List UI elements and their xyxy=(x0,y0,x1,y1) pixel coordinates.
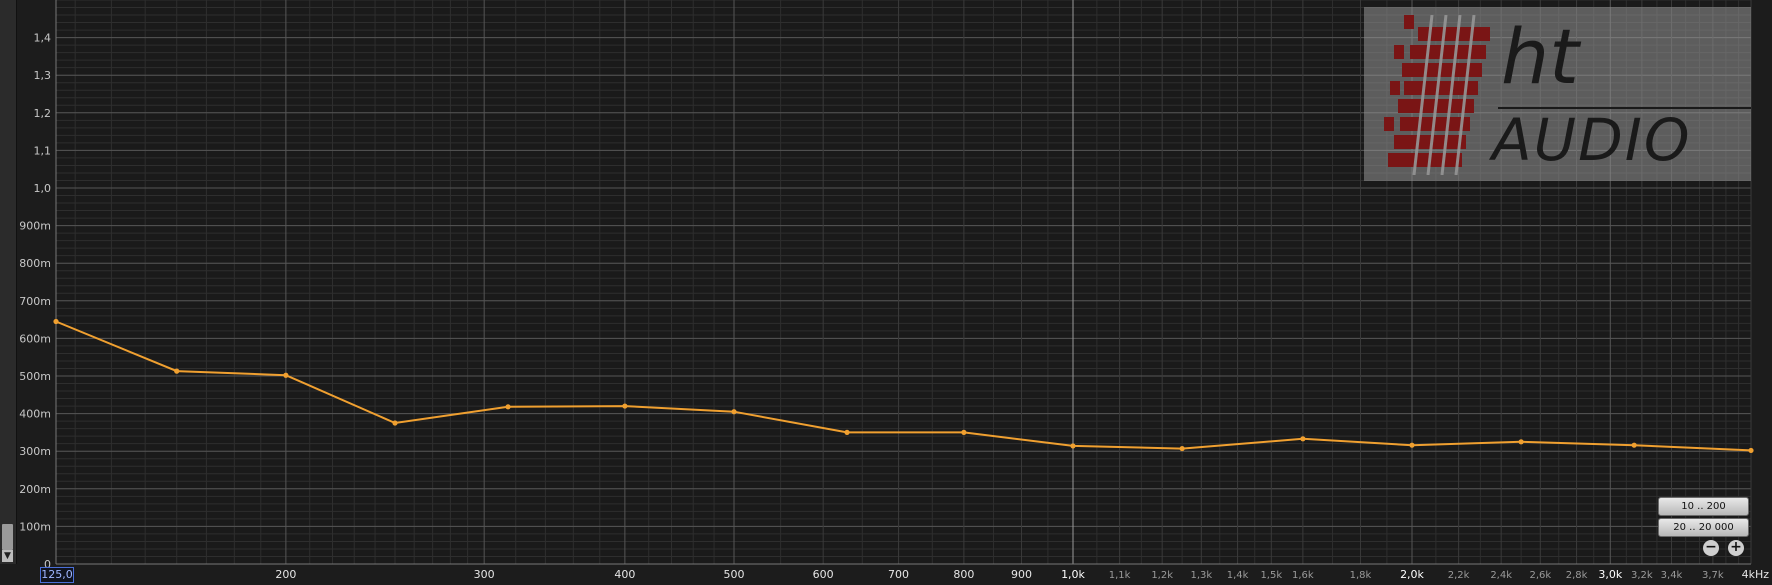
data-point xyxy=(1409,442,1415,448)
x-tick-label: 1,6k xyxy=(1292,570,1314,581)
x-tick-label: 3,0k xyxy=(1598,568,1622,581)
x-tick-label: 1,4k xyxy=(1227,570,1249,581)
y-tick-label: 1,4 xyxy=(34,32,52,45)
x-tick-label: 400 xyxy=(614,568,635,581)
logo-text-audio: AUDIO xyxy=(1492,106,1692,174)
x-tick-label: 1,0k xyxy=(1061,568,1085,581)
y-tick-label: 900m xyxy=(19,220,51,233)
x-tick-label: 2,6k xyxy=(1529,570,1551,581)
y-tick-label: 600m xyxy=(19,332,51,345)
data-point xyxy=(1300,436,1306,442)
x-tick-label: 1,3k xyxy=(1190,570,1212,581)
x-tick-label: 1,8k xyxy=(1350,570,1372,581)
x-axis: 200 300 400 500 600 700 800 900 1,0k 1,1k 1,2k 1,3k… xyxy=(275,568,1769,581)
scrollbar-thumb[interactable] xyxy=(2,524,13,550)
y-tick-label: 1,0 xyxy=(34,182,52,195)
x-tick-label: 2,8k xyxy=(1566,570,1588,581)
data-point xyxy=(1748,447,1754,454)
data-point xyxy=(844,429,850,435)
data-point xyxy=(392,420,398,426)
range-10-200-button[interactable]: 10 .. 200 xyxy=(1658,497,1749,516)
data-point xyxy=(53,318,59,325)
data-point xyxy=(1631,442,1637,448)
range-20-20000-button[interactable]: 20 .. 20 000 xyxy=(1658,518,1749,537)
x-tick-label: 2,2k xyxy=(1448,570,1470,581)
x-tick-label: 900 xyxy=(1011,568,1032,581)
x-tick-label: 4kHz xyxy=(1742,568,1770,581)
x-tick-label: 200 xyxy=(275,568,296,581)
x-tick-label: 3,4k xyxy=(1661,570,1683,581)
x-tick-label: 1,5k xyxy=(1260,570,1282,581)
y-tick-label: 800m xyxy=(19,257,51,270)
data-point xyxy=(1070,443,1076,449)
logo-mark-icon xyxy=(1384,15,1490,175)
y-tick-label: 1,1 xyxy=(34,144,52,157)
data-point xyxy=(505,404,511,410)
x-tick-label: 1,1k xyxy=(1109,570,1131,581)
x-tick-label: 700 xyxy=(888,568,909,581)
logo-text-ht: ht xyxy=(1501,12,1579,101)
data-point xyxy=(1518,439,1524,445)
y-tick-label: 300m xyxy=(19,445,51,458)
zoom-in-icon[interactable]: + xyxy=(1728,540,1744,556)
x-tick-label: 800 xyxy=(953,568,974,581)
y-tick-label: 700m xyxy=(19,295,51,308)
y-tick-label: 200m xyxy=(19,483,51,496)
x-tick-label: 2,0k xyxy=(1400,568,1424,581)
data-point xyxy=(961,429,967,435)
x-tick-label: 500 xyxy=(724,568,745,581)
ht-audio-logo: ht AUDIO xyxy=(1364,7,1751,181)
scroll-down-arrow-icon[interactable]: ▼ xyxy=(2,550,13,562)
zoom-out-icon[interactable]: − xyxy=(1703,540,1719,556)
x-tick-label: 3,2k xyxy=(1631,570,1653,581)
x-tick-label: 1,2k xyxy=(1151,570,1173,581)
start-frequency-field[interactable]: 125,0 xyxy=(40,567,74,583)
data-point xyxy=(283,372,289,378)
analyzer-window: 0 100m 200m 300m 400m 500m 600m 700m 800m 900m 1,0… xyxy=(0,0,1772,585)
data-point xyxy=(731,409,737,415)
y-axis: 0100m200m300m400m500m600m700m800m900m1,0… xyxy=(19,32,51,571)
y-tick-label: 400m xyxy=(19,408,51,421)
y-tick-label: 100m xyxy=(19,520,51,533)
y-tick-label: 1,2 xyxy=(34,107,52,120)
y-tick-label: 1,3 xyxy=(34,69,52,82)
data-point xyxy=(174,368,180,374)
y-tick-label: 500m xyxy=(19,370,51,383)
data-point xyxy=(622,403,628,409)
vertical-scrollbar[interactable]: ▼ xyxy=(0,0,17,564)
x-tick-label: 300 xyxy=(474,568,495,581)
x-tick-label: 2,4k xyxy=(1490,570,1512,581)
x-tick-label: 3,7k xyxy=(1702,570,1724,581)
x-tick-label: 600 xyxy=(813,568,834,581)
data-point xyxy=(1179,445,1185,452)
